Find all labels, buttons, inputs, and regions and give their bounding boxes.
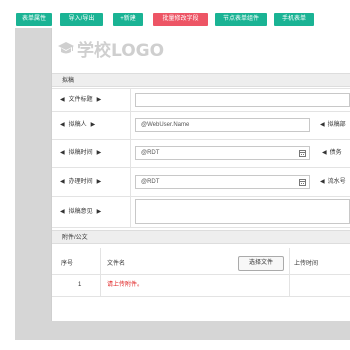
row-divider bbox=[52, 139, 350, 140]
draft-opinion-label: ◀ 拟稿意见 ▶ bbox=[60, 205, 130, 219]
column-divider bbox=[289, 248, 290, 296]
form-designer-window: 表单属性 导入/导出 +新建 批量修改字段 节点表单组件 手机表单 学校LOGO… bbox=[0, 0, 350, 350]
triangle-left-icon: ◀ bbox=[60, 179, 65, 185]
triangle-left-icon: ◀ bbox=[60, 122, 65, 128]
draft-section-header: 拟稿 bbox=[52, 73, 350, 87]
row-divider bbox=[52, 88, 350, 89]
import-export-button[interactable]: 导入/导出 bbox=[60, 13, 103, 26]
draft-time-input[interactable]: @RDT bbox=[135, 146, 310, 160]
draft-opinion-textarea[interactable] bbox=[135, 199, 350, 224]
triangle-left-icon: ◀ bbox=[60, 150, 65, 156]
attachments-section-header: 附件/公文 bbox=[52, 230, 350, 244]
triangle-left-icon: ◀ bbox=[322, 150, 327, 156]
process-time-input[interactable]: @RDT bbox=[135, 175, 310, 189]
drafter-dept-label: ◀ 拟稿部 bbox=[320, 118, 346, 132]
upload-time-column-header: 上传时间 bbox=[294, 261, 319, 267]
row-divider bbox=[52, 227, 350, 228]
notes-label: ◀ 债务 bbox=[322, 146, 342, 160]
draft-section-title: 拟稿 bbox=[62, 78, 75, 84]
drafter-label: ◀ 拟稿人 ▶ bbox=[60, 118, 130, 132]
triangle-right-icon: ▶ bbox=[96, 179, 102, 185]
node-form-component-button[interactable]: 节点表单组件 bbox=[215, 13, 267, 26]
attachment-row-seq: 1 bbox=[78, 282, 82, 288]
canvas-bottom bbox=[51, 321, 350, 340]
process-time-label: ◀ 办理时间 ▶ bbox=[60, 175, 130, 189]
triangle-right-icon: ▶ bbox=[90, 122, 96, 128]
row-divider bbox=[52, 167, 350, 168]
triangle-right-icon: ▶ bbox=[96, 209, 102, 215]
triangle-left-icon: ◀ bbox=[60, 97, 65, 103]
attachment-row-filename: 请上传附件。 bbox=[107, 282, 144, 288]
graduation-cap-icon bbox=[58, 42, 74, 54]
calendar-icon[interactable] bbox=[299, 179, 306, 186]
toolbar: 表单属性 导入/导出 +新建 批量修改字段 节点表单组件 手机表单 bbox=[0, 0, 350, 28]
mobile-form-button[interactable]: 手机表单 bbox=[274, 13, 314, 26]
triangle-right-icon: ▶ bbox=[96, 150, 102, 156]
table-header-divider bbox=[52, 274, 350, 275]
attachments-section-title: 附件/公文 bbox=[62, 235, 88, 241]
school-logo: 学校LOGO bbox=[58, 38, 165, 61]
triangle-left-icon: ◀ bbox=[320, 179, 325, 185]
filename-column-header: 文件名 bbox=[107, 261, 126, 267]
row-divider bbox=[52, 196, 350, 197]
doc-title-label: ◀ 文件标题 ▶ bbox=[60, 93, 130, 107]
column-divider bbox=[130, 88, 131, 227]
column-divider bbox=[100, 248, 101, 296]
serial-number-label: ◀ 流水号 bbox=[320, 175, 346, 189]
calendar-icon[interactable] bbox=[299, 150, 306, 157]
triangle-left-icon: ◀ bbox=[320, 122, 325, 128]
seq-column-header: 序号 bbox=[61, 261, 74, 267]
logo-text: 学校LOGO bbox=[77, 40, 165, 61]
doc-title-input[interactable] bbox=[135, 93, 350, 107]
row-divider bbox=[52, 111, 350, 112]
form-properties-button[interactable]: 表单属性 bbox=[16, 13, 52, 26]
draft-time-label: ◀ 拟稿时间 ▶ bbox=[60, 146, 130, 160]
choose-file-button[interactable]: 选择文件 bbox=[238, 256, 284, 271]
drafter-input[interactable]: @WebUser.Name bbox=[135, 118, 310, 132]
new-button[interactable]: +新建 bbox=[113, 13, 143, 26]
triangle-right-icon: ▶ bbox=[96, 97, 102, 103]
table-bottom-divider bbox=[52, 296, 350, 297]
batch-edit-fields-button[interactable]: 批量修改字段 bbox=[153, 13, 208, 26]
triangle-left-icon: ◀ bbox=[60, 209, 65, 215]
